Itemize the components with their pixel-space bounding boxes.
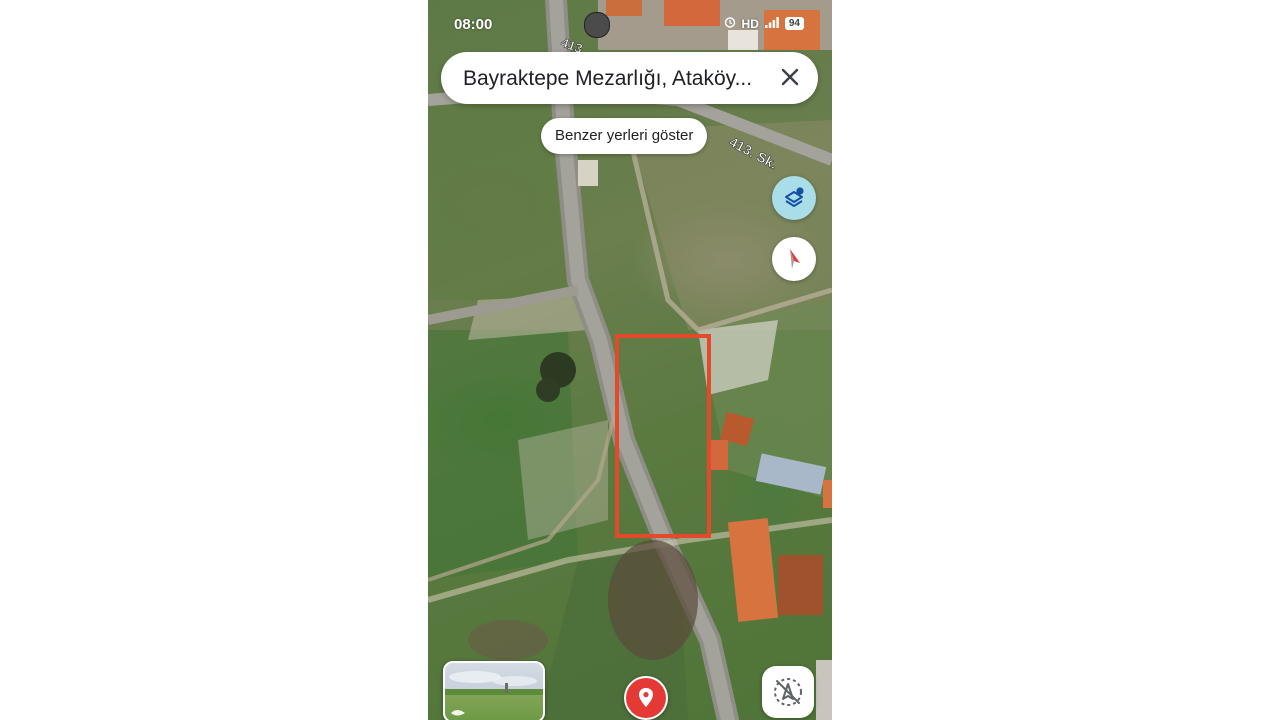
status-time: 08:00 [454, 16, 493, 33]
compass-icon [790, 249, 800, 269]
layers-button[interactable] [772, 176, 816, 220]
street-view-image [445, 671, 543, 716]
layers-icon [785, 187, 804, 207]
recenter-icon [774, 678, 802, 706]
alarm-icon [724, 16, 736, 31]
highlight-box [615, 334, 711, 538]
street-view-thumbnail[interactable] [443, 661, 545, 720]
avatar [584, 12, 610, 38]
status-bar: 08:00 HD 94 [428, 0, 832, 46]
compass-button[interactable] [772, 237, 816, 281]
location-pin-icon [626, 678, 666, 718]
battery-icon: 94 [784, 17, 804, 30]
close-icon[interactable] [776, 63, 804, 91]
signal-icon [764, 16, 779, 31]
search-bar[interactable]: Bayraktepe Mezarlığı, Ataköy... [441, 52, 818, 104]
status-icons: HD 94 [724, 16, 804, 31]
recenter-button[interactable] [762, 666, 814, 718]
network-type: HD [741, 16, 759, 31]
rotate-360-icon [451, 710, 465, 716]
similar-places-chip[interactable]: Benzer yerleri göster [541, 118, 708, 154]
phone-screen: 413. Sk. 413 08:00 HD 94 Bayraktepe Meza… [428, 0, 832, 720]
search-query[interactable]: Bayraktepe Mezarlığı, Ataköy... [463, 67, 768, 91]
location-pin-button[interactable] [624, 676, 668, 720]
